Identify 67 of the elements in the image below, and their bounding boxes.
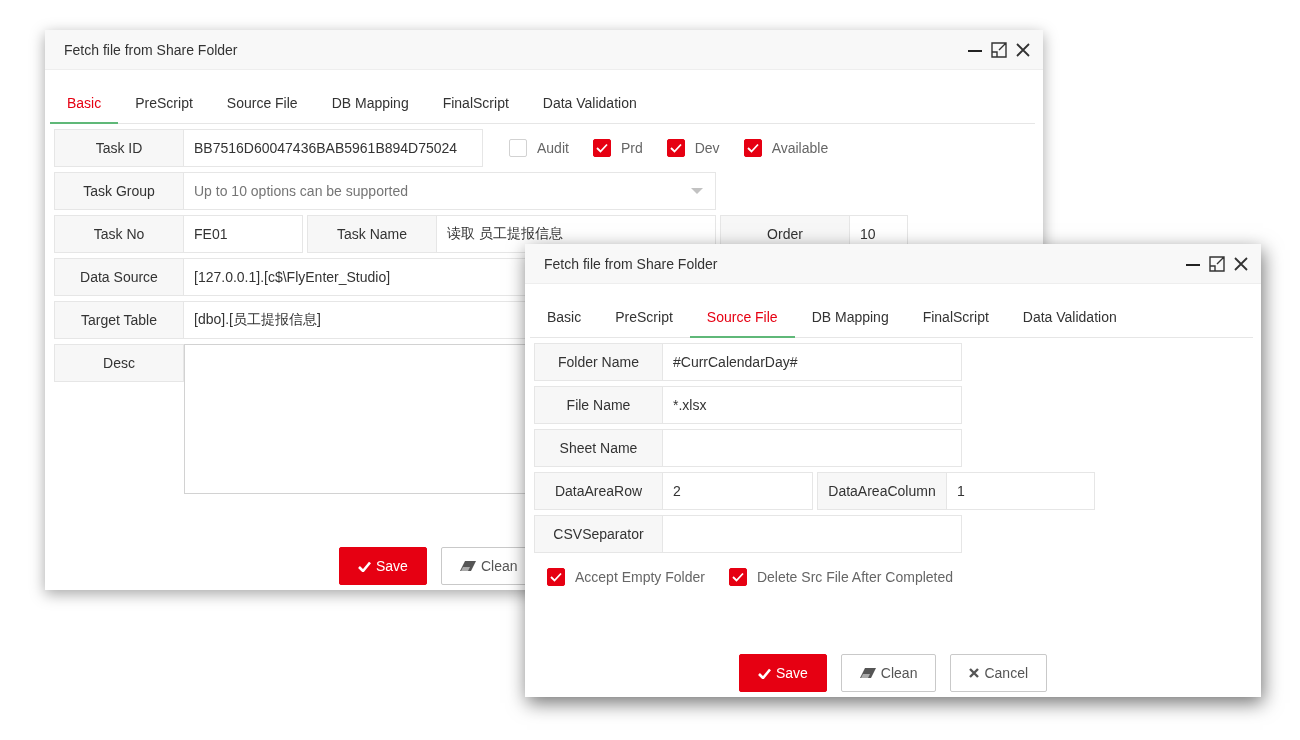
tab[interactable]: Source File bbox=[689, 298, 795, 338]
field-label: DataAreaRow bbox=[534, 472, 663, 510]
field-label: Data Source bbox=[54, 258, 184, 296]
save-button[interactable]: Save bbox=[738, 654, 827, 692]
field-label: DataAreaColumn bbox=[817, 472, 947, 510]
check-icon bbox=[757, 667, 771, 679]
field-label: CSVSeparator bbox=[534, 515, 663, 553]
maximize-icon[interactable] bbox=[991, 41, 1007, 58]
tab[interactable]: PreScript bbox=[598, 298, 690, 338]
tab[interactable]: Basic bbox=[50, 84, 119, 124]
checkbox[interactable] bbox=[666, 139, 685, 157]
save-button[interactable]: Save bbox=[339, 547, 427, 585]
checkbox-label: Prd bbox=[620, 140, 643, 156]
text-field[interactable] bbox=[663, 515, 962, 553]
checkbox[interactable] bbox=[728, 568, 747, 586]
checkbox[interactable] bbox=[592, 139, 611, 157]
field-label: Desc bbox=[54, 344, 184, 382]
checkbox-label: Available bbox=[771, 140, 829, 156]
tab[interactable]: FinalScript bbox=[425, 84, 526, 124]
close-icon[interactable] bbox=[1233, 255, 1249, 272]
check-icon bbox=[595, 143, 608, 153]
text-field[interactable]: FE01 bbox=[184, 215, 303, 253]
field-label: Task Name bbox=[307, 215, 437, 253]
checkbox[interactable] bbox=[743, 139, 762, 157]
field-label: Task No bbox=[54, 215, 184, 253]
tab[interactable]: DB Mapping bbox=[314, 84, 426, 124]
check-icon bbox=[731, 572, 744, 582]
cancel-button[interactable]: Cancel bbox=[950, 654, 1048, 692]
check-icon bbox=[550, 572, 562, 582]
field-label: Folder Name bbox=[534, 343, 663, 381]
window-title: Fetch file from Share Folder bbox=[64, 41, 239, 58]
tab[interactable]: PreScript bbox=[118, 84, 210, 124]
checkbox[interactable] bbox=[547, 568, 565, 586]
text-field[interactable]: #CurrCalendarDay# bbox=[663, 343, 962, 381]
select-field[interactable]: Up to 10 options can be supported bbox=[194, 183, 691, 199]
text-field[interactable]: BB7516D60047436BAB5961B894D75024 bbox=[184, 129, 483, 167]
field-label: Task ID bbox=[54, 129, 184, 167]
tab[interactable]: Basic bbox=[530, 298, 599, 338]
text-field[interactable]: 1 bbox=[947, 472, 1095, 510]
caret-icon bbox=[691, 188, 703, 194]
close-icon[interactable] bbox=[1015, 41, 1031, 58]
check-icon bbox=[669, 143, 682, 153]
checkbox-label: Dev bbox=[694, 140, 720, 156]
eraser-icon bbox=[859, 668, 876, 678]
eraser-icon bbox=[459, 561, 476, 571]
checkbox-label: Delete Src File After Completed bbox=[756, 569, 954, 585]
tab[interactable]: DB Mapping bbox=[794, 298, 906, 338]
window-title: Fetch file from Share Folder bbox=[544, 255, 719, 272]
field-label: Sheet Name bbox=[534, 429, 663, 467]
checkbox-label: Audit bbox=[537, 140, 569, 156]
field-label: Task Group bbox=[54, 172, 184, 210]
text-field[interactable] bbox=[663, 429, 962, 467]
tab[interactable]: FinalScript bbox=[905, 298, 1006, 338]
text-field[interactable]: 2 bbox=[663, 472, 813, 510]
tab[interactable]: Source File bbox=[209, 84, 315, 124]
field-label: Target Table bbox=[54, 301, 184, 339]
text-field[interactable]: *.xlsx bbox=[663, 386, 962, 424]
check-icon bbox=[358, 560, 371, 572]
tab[interactable]: Data Validation bbox=[525, 84, 654, 124]
tab[interactable]: Data Validation bbox=[1005, 298, 1134, 338]
field-label: File Name bbox=[534, 386, 663, 424]
checkbox-label: Accept Empty Folder bbox=[575, 569, 705, 585]
close-icon bbox=[969, 668, 980, 678]
clean-button[interactable]: Clean bbox=[840, 654, 937, 692]
maximize-icon[interactable] bbox=[1209, 255, 1225, 272]
dropdown[interactable]: Up to 10 options can be supported bbox=[184, 172, 716, 210]
check-icon bbox=[746, 143, 759, 153]
